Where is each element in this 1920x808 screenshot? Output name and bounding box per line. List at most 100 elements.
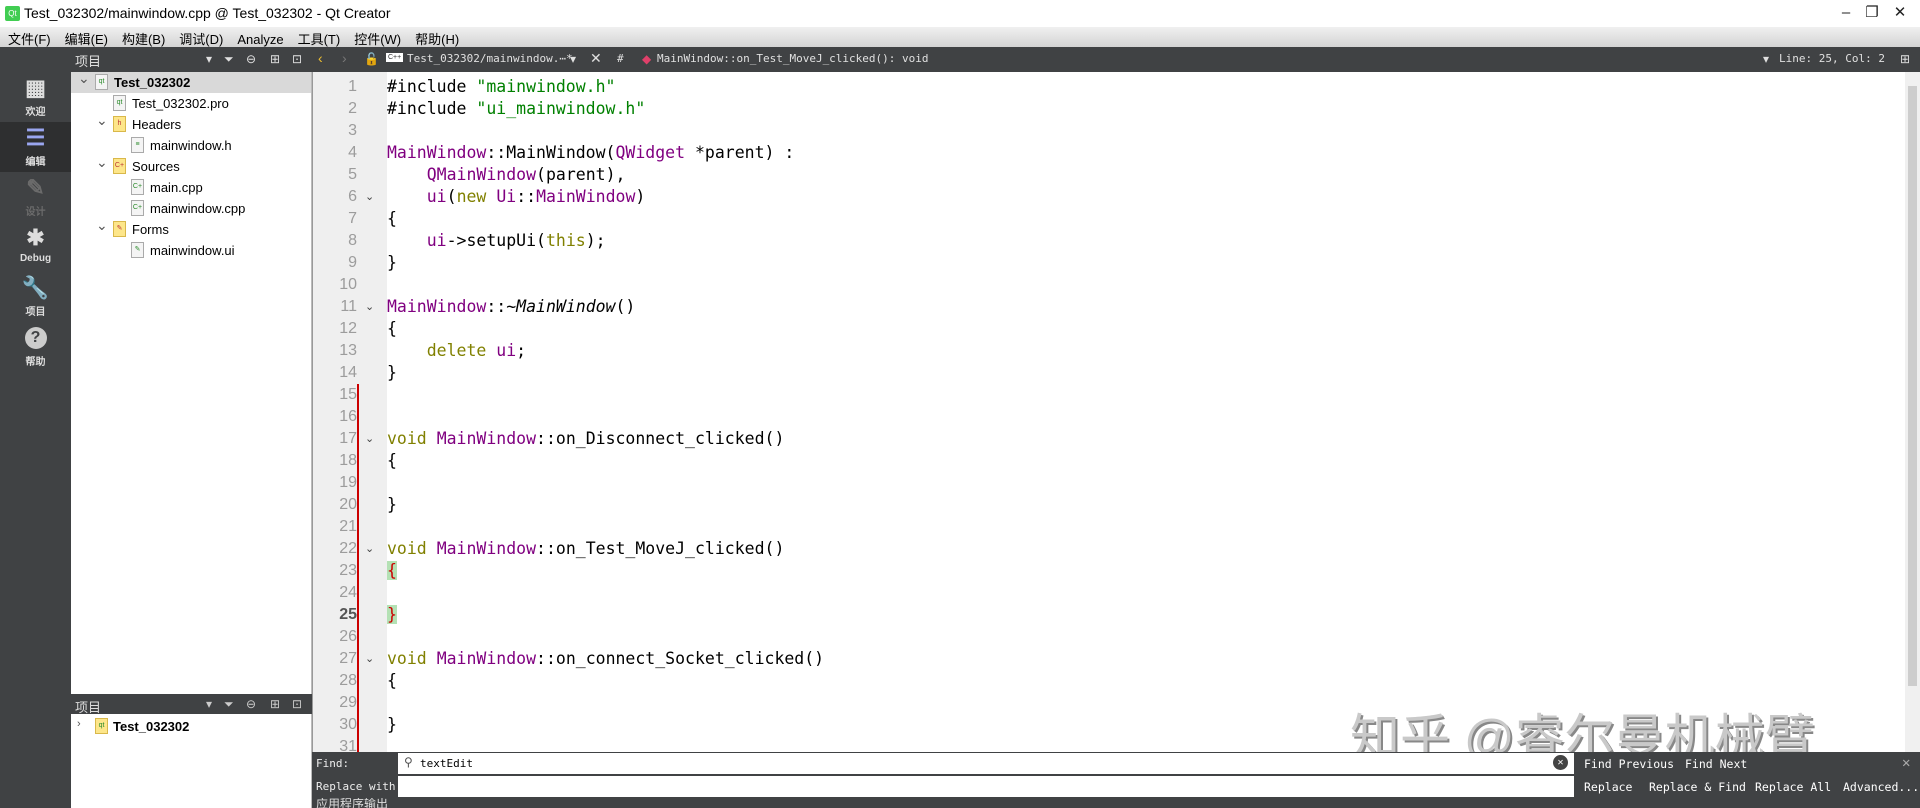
line-number-gutter: 1 2 3 4 5 6 ⌄ 7 8 9 10 11 ⌄ 12 13 14 15 16 17 ⌄ 18 19 20 21 22 ⌄ 2… bbox=[312, 72, 387, 755]
split-editor-icon[interactable]: ⊞ bbox=[1900, 52, 1910, 66]
fold-chevron-icon[interactable]: ⌄ bbox=[365, 538, 374, 560]
line-number: 11 bbox=[340, 298, 357, 315]
chevron-down-icon[interactable]: ⌄ bbox=[96, 154, 108, 171]
find-input[interactable]: ⚲ textEdit ✕ bbox=[398, 753, 1574, 774]
split-icon[interactable]: ⊞ bbox=[270, 52, 280, 66]
code-line: ui->setupUi(this); bbox=[387, 230, 606, 252]
code-line: QMainWindow(parent), bbox=[387, 164, 626, 186]
code-line: delete ui; bbox=[387, 340, 526, 362]
mode-label: 设计 bbox=[25, 207, 46, 218]
chevron-down-icon[interactable]: ⌄ bbox=[96, 217, 108, 234]
close-button[interactable]: ✕ bbox=[1880, 2, 1920, 24]
file-dropdown-icon[interactable]: ▾ bbox=[570, 52, 576, 66]
find-previous-button[interactable]: Find Previous bbox=[1584, 757, 1674, 771]
vertical-scrollbar[interactable] bbox=[1905, 72, 1920, 752]
mode-help[interactable]: ? 帮助 bbox=[0, 322, 71, 372]
function-dropdown-icon[interactable]: ▾ bbox=[1763, 52, 1769, 66]
line-number: 18 bbox=[339, 452, 357, 469]
code-editor[interactable]: #include "mainwindow.h" #include "ui_main… bbox=[387, 72, 1905, 752]
chevron-down-icon[interactable]: ⌄ bbox=[96, 112, 108, 129]
close-panel-icon[interactable]: ⊡ bbox=[292, 52, 302, 66]
menu-item[interactable]: 构建(B) bbox=[114, 27, 171, 48]
code-token: { bbox=[387, 561, 397, 580]
menu-item[interactable]: 帮助(H) bbox=[407, 27, 465, 48]
clear-icon[interactable]: ✕ bbox=[1553, 755, 1568, 770]
line-number: 19 bbox=[339, 474, 357, 491]
cursor-position[interactable]: Line: 25, Col: 2 bbox=[1779, 52, 1885, 65]
filter-icon[interactable]: ⏷ bbox=[224, 697, 234, 712]
scrollbar-thumb[interactable] bbox=[1908, 86, 1917, 686]
tree-item[interactable]: ⌄ ✎ Forms bbox=[71, 217, 311, 240]
fold-chevron-icon[interactable]: ⌄ bbox=[365, 186, 374, 208]
replace-and-find-button[interactable]: Replace & Find bbox=[1649, 780, 1746, 794]
menu-item[interactable]: 工具(T) bbox=[290, 27, 347, 48]
menu-item[interactable]: 调试(D) bbox=[171, 27, 229, 48]
link-icon[interactable]: ⊖ bbox=[246, 52, 256, 66]
code-line: MainWindow::MainWindow(QWidget *parent) … bbox=[387, 142, 794, 164]
code-token: ) bbox=[635, 187, 646, 206]
project-tree: ⌄ qt Test_032302 qt Test_032302.pro ⌄ h Headers… bbox=[71, 70, 312, 694]
replace-all-button[interactable]: Replace All bbox=[1755, 780, 1831, 794]
code-token: { bbox=[387, 671, 397, 690]
tree-item[interactable]: ⌄ qt Test_032302 bbox=[71, 70, 311, 93]
replace-button[interactable]: Replace bbox=[1584, 780, 1632, 794]
mode-wrench[interactable]: 🔧 项目 bbox=[0, 272, 71, 322]
menu-item[interactable]: 编辑(E) bbox=[57, 27, 114, 48]
tree-item-root[interactable]: › qt Test_032302 bbox=[71, 716, 311, 737]
tree-item[interactable]: ⌄ h Headers bbox=[71, 112, 311, 135]
tree-item[interactable]: C+ main.cpp bbox=[71, 177, 311, 198]
mode-label: 帮助 bbox=[25, 357, 46, 368]
line-number: 2 bbox=[348, 100, 357, 117]
code-token: ::on_connect_Socket_clicked() bbox=[536, 649, 825, 668]
mode-label: 项目 bbox=[25, 307, 46, 318]
bug-icon: ✱ bbox=[26, 225, 45, 250]
menu-item[interactable]: 文件(F) bbox=[0, 27, 57, 48]
tree-item[interactable]: ⌄ C+ Sources bbox=[71, 154, 311, 177]
close-panel-icon[interactable]: ⊡ bbox=[292, 697, 302, 711]
tree-item[interactable]: qt Test_032302.pro bbox=[71, 93, 311, 114]
symbol-hash: # bbox=[617, 52, 624, 65]
code-line: { bbox=[387, 670, 397, 692]
code-line: #include "ui_mainwindow.h" bbox=[387, 98, 645, 120]
chevron-down-icon[interactable]: ⌄ bbox=[78, 70, 90, 87]
mode-pencil[interactable]: ✎ 设计 bbox=[0, 172, 71, 222]
tree-item[interactable]: C+ mainwindow.cpp bbox=[71, 198, 311, 219]
split-icon[interactable]: ⊞ bbox=[270, 697, 280, 711]
back-icon[interactable]: ‹ bbox=[318, 50, 323, 66]
menu-item[interactable]: Analyze bbox=[229, 30, 289, 47]
output-pane-title[interactable]: 应用程序输出 bbox=[316, 798, 388, 808]
file-tab[interactable]: Test_032302/mainwindow.⋯* bbox=[407, 52, 573, 65]
mode-edit[interactable]: ☰ 编辑 bbox=[0, 122, 71, 172]
line-number: 16 bbox=[339, 408, 357, 425]
replace-input[interactable] bbox=[398, 776, 1574, 797]
fold-chevron-icon[interactable]: ⌄ bbox=[365, 428, 374, 450]
tree-item[interactable]: ≡ mainwindow.h bbox=[71, 135, 311, 156]
cpp-file-icon: C++ bbox=[386, 53, 404, 62]
fold-chevron-icon[interactable]: ⌄ bbox=[365, 648, 374, 670]
menu-item[interactable]: 控件(W) bbox=[346, 27, 407, 48]
fold-chevron-icon[interactable]: ⌄ bbox=[365, 296, 374, 318]
find-next-button[interactable]: Find Next bbox=[1685, 757, 1747, 771]
qt-logo-icon: Qt bbox=[5, 6, 20, 21]
close-file-icon[interactable]: ✕ bbox=[590, 50, 602, 67]
tree-item[interactable]: ✎ mainwindow.ui bbox=[71, 240, 311, 261]
forward-icon[interactable]: › bbox=[342, 50, 347, 66]
code-token: "mainwindow.h" bbox=[476, 77, 616, 96]
advanced-button[interactable]: Advanced... bbox=[1843, 780, 1919, 794]
line-number: 12 bbox=[339, 320, 357, 337]
panel-dropdown-icon[interactable]: ▾ bbox=[206, 52, 212, 66]
function-selector[interactable]: MainWindow::on_Test_MoveJ_clicked(): voi… bbox=[657, 52, 929, 65]
close-find-icon[interactable]: ✕ bbox=[1902, 755, 1910, 771]
mode-bug[interactable]: ✱ Debug bbox=[0, 222, 71, 272]
find-label: Find: bbox=[316, 757, 350, 770]
line-number: 3 bbox=[348, 122, 357, 139]
mode-grid[interactable]: ▦ 欢迎 bbox=[0, 72, 71, 122]
link-icon[interactable]: ⊖ bbox=[246, 697, 256, 711]
panel-dropdown-icon[interactable]: ▾ bbox=[206, 697, 212, 711]
line-number: 15 bbox=[339, 386, 357, 403]
filter-icon[interactable]: ⏷ bbox=[224, 52, 234, 67]
line-number: 8 bbox=[348, 232, 357, 249]
line-number: 27 bbox=[339, 650, 357, 667]
chevron-right-icon[interactable]: › bbox=[77, 718, 81, 730]
